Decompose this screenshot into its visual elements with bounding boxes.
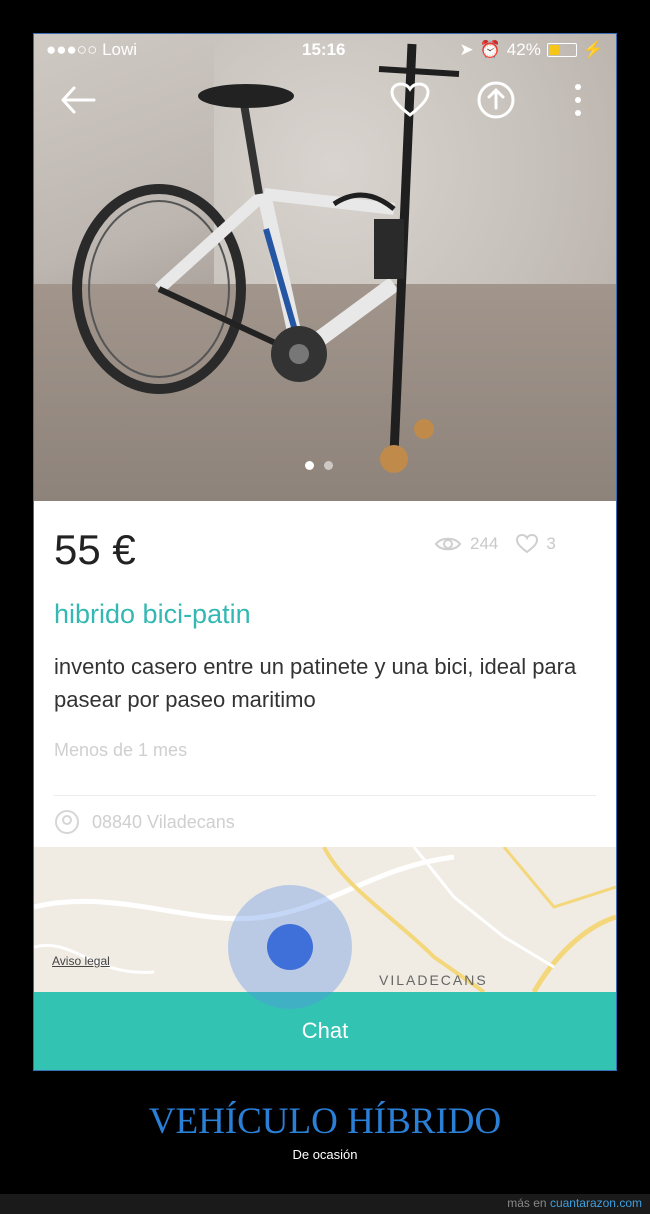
location-row: 08840 Viladecans [54,809,235,835]
product-title: hibrido bici-patin [54,599,251,629]
more-options-button[interactable] [556,78,600,122]
carousel-dot[interactable] [324,461,333,470]
caption-title: VEHÍCULO HÍBRIDO [148,1101,502,1142]
alarm-icon: ⏰ [479,40,501,59]
views-count: 244 [470,534,499,553]
listing-stats: 244 3 [434,534,556,554]
location-arrow-icon: ➤ [459,40,474,59]
back-button[interactable] [56,78,100,122]
battery-icon [546,43,577,57]
chat-button[interactable]: Chat [34,992,616,1070]
location-marker [228,885,352,1009]
clock: 15:16 [302,40,346,59]
battery-fill [548,45,559,55]
battery-percent: 42% [506,40,541,59]
caption-subtitle: De ocasión [292,1147,358,1162]
bike-scooter-image [72,43,460,473]
location-marker-center [267,924,313,970]
carousel-dot[interactable] [305,461,314,470]
legal-notice-link[interactable]: Aviso legal [52,954,110,968]
vertical-dots-icon [575,84,581,116]
divider [54,795,596,796]
eye-icon [434,537,462,551]
back-arrow-icon [61,86,96,114]
share-button[interactable] [474,78,518,122]
footer-text: más en cuantarazon.com [507,1196,642,1210]
charging-icon: ⚡ [582,40,604,59]
site-link[interactable]: cuantarazon.com [550,1196,642,1210]
status-bar: ●●●○○ Lowi 15:16 ➤ ⏰ 42% ⚡ [34,34,616,66]
likes-stat: 3 [516,534,556,554]
price: 55 € [54,526,136,573]
carousel-indicator[interactable] [305,461,333,470]
favorite-button[interactable] [388,78,432,122]
footer-prefix: más en [507,1196,550,1210]
map-place-label: VILADECANS [379,972,488,988]
heart-icon [390,82,430,117]
posted-date: Menos de 1 mes [54,740,188,760]
location-text: 08840 Viladecans [92,811,235,832]
carrier-label: ●●●○○ Lowi [46,40,138,59]
share-icon [477,81,515,119]
product-description: invento casero entre un patinete y una b… [54,654,577,712]
heart-outline-icon [516,534,539,554]
location-pin-icon [55,810,79,834]
views-stat: 244 [434,534,498,554]
footer-bar: más en cuantarazon.com [0,1194,650,1214]
likes-count: 3 [546,534,556,553]
status-right: ➤ ⏰ 42% ⚡ [459,40,604,60]
product-photo[interactable]: ●●●○○ Lowi 15:16 ➤ ⏰ 42% ⚡ [34,34,616,501]
